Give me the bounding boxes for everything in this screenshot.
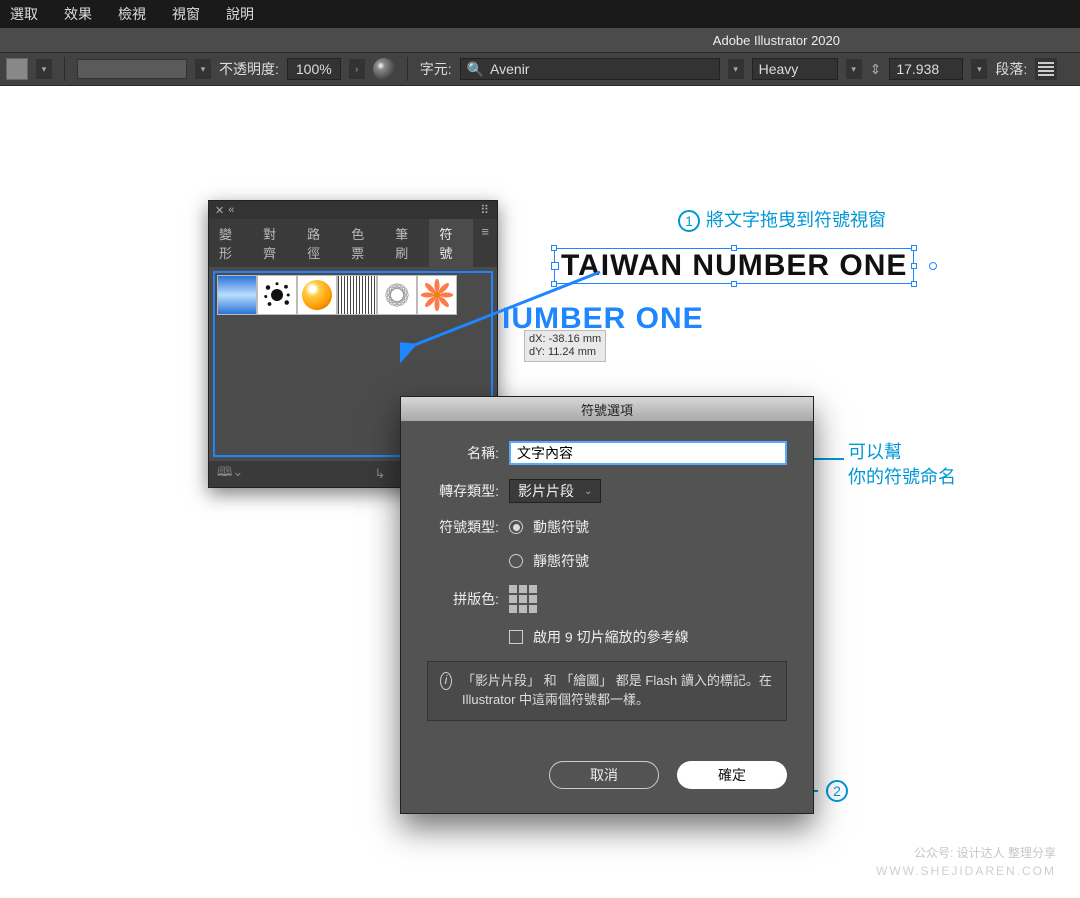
fill-swatch[interactable] [6,58,28,80]
tab-symbols[interactable]: 符號 [429,219,473,267]
annotation-name-help: 可以幫 你的符號命名 [848,440,956,490]
menu-view[interactable]: 檢視 [118,4,146,24]
ok-button[interactable]: 確定 [677,761,787,789]
menu-select[interactable]: 選取 [10,4,38,24]
annotation-step-2: 2 [826,780,854,802]
step-2-badge: 2 [826,780,848,802]
export-type-select[interactable]: 影片片段 ⌄ [509,479,601,503]
font-size-stepper-icon[interactable]: ⇕ [870,61,882,78]
radio-dynamic-label[interactable]: 動態符號 [533,517,589,537]
font-size-dropdown[interactable]: ▾ [971,59,987,79]
tab-swatches[interactable]: 色票 [341,219,385,267]
font-weight-value: Heavy [759,61,799,77]
close-icon[interactable]: ✕ [215,204,224,217]
dialog-info-text: 「影片片段」 和 「繪圖」 都是 Flash 讀入的標記。在 Illustrat… [462,672,774,710]
credit-line-2: WWW.SHEJIDAREN.COM [876,863,1056,880]
annotation-step-1: 1 將文字拖曳到符號視窗 [678,206,886,232]
menu-window[interactable]: 視窗 [172,4,200,24]
chevron-down-icon: ⌄ [584,486,592,497]
annotation-step-1-text: 將文字拖曳到符號視窗 [706,210,886,230]
app-title: Adobe Illustrator 2020 [713,33,840,48]
tab-align[interactable]: 對齊 [253,219,297,267]
annotation-name-help-l2: 你的符號命名 [848,465,956,490]
separator [64,57,65,81]
symbol-thumb-gradient[interactable] [217,275,257,315]
symbol-options-dialog: 符號選項 名稱: 轉存類型: 影片片段 ⌄ 符號類型: 動態符號 靜態符號 拼版… [400,396,814,814]
place-symbol-icon[interactable]: ↳ [374,466,385,482]
font-size-field[interactable]: 17.938 [889,58,963,80]
export-type-label: 轉存類型: [427,481,499,501]
tab-brushes[interactable]: 筆刷 [385,219,429,267]
search-icon: 🔍 [467,61,484,78]
menu-effect[interactable]: 效果 [64,4,92,24]
export-type-value: 影片片段 [518,481,574,501]
drag-dx-value: dX: -38.16 mm [529,333,601,346]
font-family-value: Avenir [490,61,529,77]
menu-bar: 選取 效果 檢視 視窗 說明 [0,0,1080,28]
tab-path[interactable]: 路徑 [297,219,341,267]
tab-transform[interactable]: 變形 [209,219,253,267]
paragraph-panel-button[interactable] [1035,58,1057,80]
dialog-info-box: i 「影片片段」 和 「繪圖」 都是 Flash 讀入的標記。在 Illustr… [427,661,787,721]
selection-handle[interactable] [911,245,917,251]
symbol-thumb-orb[interactable] [297,275,337,315]
stroke-dropdown[interactable]: ▾ [195,59,211,79]
font-weight-dropdown[interactable]: ▾ [846,59,862,79]
name-input[interactable] [509,441,787,465]
step-1-badge: 1 [678,210,700,232]
radio-static[interactable] [509,554,523,568]
selection-handle[interactable] [731,281,737,287]
selection-handle[interactable] [551,245,557,251]
panel-header[interactable]: ✕ « ⠿ [209,201,497,219]
fill-dropdown[interactable]: ▾ [36,59,52,79]
selection-handle[interactable] [911,281,917,287]
radio-static-label[interactable]: 靜態符號 [533,551,589,571]
character-label: 字元: [420,59,452,79]
selection-handle[interactable] [911,263,917,269]
info-icon: i [440,672,452,690]
opacity-dropdown[interactable]: › [349,59,365,79]
font-size-value: 17.938 [896,61,939,77]
panel-menu-icon[interactable]: ≡ [473,219,497,267]
stroke-swatch[interactable] [77,59,187,79]
name-label: 名稱: [427,443,499,463]
app-title-bar: Adobe Illustrator 2020 [0,28,1080,52]
dialog-title[interactable]: 符號選項 [401,397,813,421]
panel-tabs: 變形 對齊 路徑 色票 筆刷 符號 ≡ [209,219,497,267]
credit-line-1: 公众号: 设计达人 整理分享 [876,845,1056,862]
opacity-value[interactable]: 100% [287,58,341,80]
cancel-button[interactable]: 取消 [549,761,659,789]
font-weight-field[interactable]: Heavy [752,58,838,80]
symbol-type-label: 符號類型: [427,517,499,537]
symbol-thumb-ink[interactable] [257,275,297,315]
selection-handle[interactable] [731,245,737,251]
drag-measurement-tooltip: dX: -38.16 mm dY: 11.24 mm [524,330,606,362]
grip-icon[interactable]: ⠿ [480,203,491,217]
symbol-thumb-ring[interactable] [377,275,417,315]
source-credit: 公众号: 设计达人 整理分享 WWW.SHEJIDAREN.COM [876,845,1056,880]
selected-text-object[interactable]: TAIWAN NUMBER ONE [554,248,914,284]
library-icon[interactable]: 🕮⌄ [217,463,243,485]
collapse-icon[interactable]: « [228,204,234,216]
radio-dynamic[interactable] [509,520,523,534]
selected-text-value: TAIWAN NUMBER ONE [561,249,907,282]
registration-grid[interactable] [509,585,537,613]
paragraph-label: 段落: [995,59,1027,79]
slice-checkbox-label[interactable]: 啟用 9 切片縮放的參考線 [533,627,689,647]
slice-checkbox[interactable] [509,630,523,644]
separator [407,57,408,81]
drag-dy-value: dY: 11.24 mm [529,346,601,359]
registration-label: 拼版色: [427,589,499,609]
control-bar: ▾ ▾ 不透明度: 100% › 字元: 🔍 Avenir ▾ Heavy ▾ … [0,52,1080,86]
graphic-styles-icon[interactable] [373,58,395,80]
font-family-field[interactable]: 🔍 Avenir [460,58,720,80]
annotation-name-help-l1: 可以幫 [848,440,956,465]
font-family-dropdown[interactable]: ▾ [728,59,744,79]
opacity-label: 不透明度: [219,59,279,79]
selection-handle[interactable] [551,281,557,287]
menu-help[interactable]: 說明 [226,4,254,24]
symbol-thumb-flower[interactable] [417,275,457,315]
symbol-thumb-lines[interactable] [337,275,377,315]
